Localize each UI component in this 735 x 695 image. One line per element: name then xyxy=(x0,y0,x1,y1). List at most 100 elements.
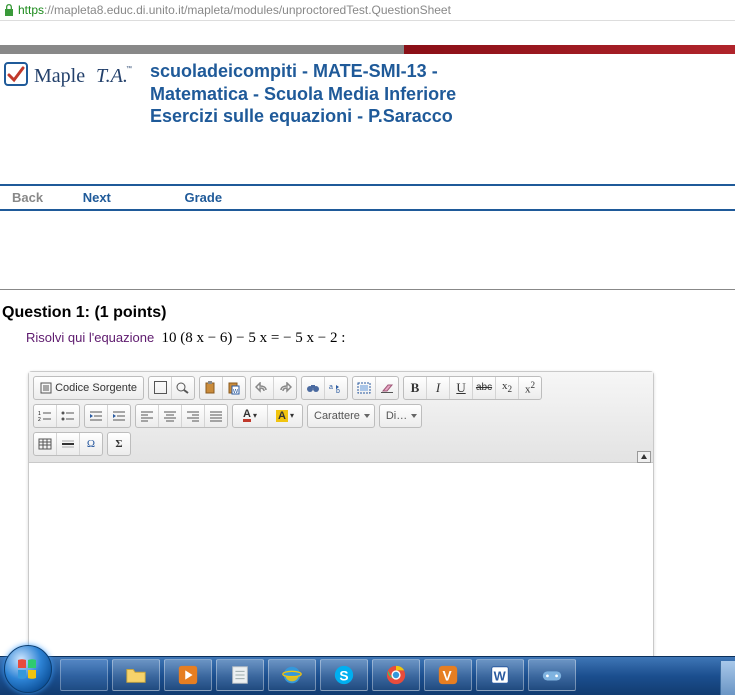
align-justify-icon xyxy=(209,410,223,422)
underline-button[interactable]: U xyxy=(450,377,473,399)
align-justify-button[interactable] xyxy=(205,405,227,427)
taskbar-spacer xyxy=(60,659,108,691)
find-button[interactable] xyxy=(302,377,325,399)
app-v-taskbar-button[interactable]: V xyxy=(424,659,472,691)
svg-text:b: b xyxy=(336,388,340,394)
equation-button[interactable]: Σ xyxy=(108,433,130,455)
chevron-down-icon xyxy=(364,414,370,418)
replace-icon: ab xyxy=(329,382,343,394)
newpage-icon xyxy=(154,381,167,394)
outdent-button[interactable] xyxy=(85,405,108,427)
notes-taskbar-button[interactable] xyxy=(216,659,264,691)
paste-button[interactable] xyxy=(200,377,223,399)
textcolor-icon: A xyxy=(243,409,251,422)
source-icon xyxy=(40,382,52,394)
selectall-button[interactable] xyxy=(353,377,376,399)
explorer-taskbar-button[interactable] xyxy=(112,659,160,691)
italic-button[interactable]: I xyxy=(427,377,450,399)
newpage-button[interactable] xyxy=(149,377,172,399)
page-header: Maple T.A. ™ scuoladeicompiti - MATE-SMI… xyxy=(0,54,735,148)
svg-text:1: 1 xyxy=(38,411,41,417)
subscript-icon: x2 xyxy=(502,380,512,394)
numlist-icon: 12 xyxy=(38,410,52,422)
table-icon xyxy=(38,438,52,450)
subscript-button[interactable]: x2 xyxy=(496,377,519,399)
bold-icon: B xyxy=(411,380,420,396)
undo-button[interactable] xyxy=(251,377,274,399)
grade-link[interactable]: Grade xyxy=(185,190,223,205)
word-taskbar-button[interactable]: W xyxy=(476,659,524,691)
back-link[interactable]: Back xyxy=(12,190,43,205)
windows-taskbar: S V W xyxy=(0,656,735,695)
svg-text:Maple: Maple xyxy=(34,65,85,87)
skype-taskbar-button[interactable]: S xyxy=(320,659,368,691)
svg-text:w: w xyxy=(232,388,239,395)
skype-icon: S xyxy=(333,664,355,686)
chevron-down-icon xyxy=(411,414,417,418)
bgcolor-icon: A xyxy=(276,410,288,422)
game-taskbar-button[interactable] xyxy=(528,659,576,691)
prompt-equation: 10 (8 x − 6) − 5 x = − 5 x − 2 : xyxy=(161,330,345,346)
question-prompt: Risolvi qui l'equazione 10 (8 x − 6) − 5… xyxy=(26,330,735,347)
title-line-1: scuoladeicompiti - MATE-SMI-13 - xyxy=(150,60,456,83)
font-dropdown[interactable]: Di… xyxy=(379,404,422,428)
ie-taskbar-button[interactable] xyxy=(268,659,316,691)
textcolor-button[interactable]: A▾ xyxy=(233,405,268,427)
align-right-button[interactable] xyxy=(182,405,205,427)
align-center-button[interactable] xyxy=(159,405,182,427)
svg-text:T.A.: T.A. xyxy=(96,65,128,87)
indent-button[interactable] xyxy=(108,405,130,427)
specialchar-button[interactable]: Ω xyxy=(80,433,102,455)
bold-button[interactable]: B xyxy=(404,377,427,399)
collapse-toolbar-button[interactable] xyxy=(637,451,651,463)
chrome-taskbar-button[interactable] xyxy=(372,659,420,691)
svg-text:a: a xyxy=(329,384,333,391)
next-link[interactable]: Next xyxy=(83,190,111,205)
notepad-icon xyxy=(229,664,251,686)
eraser-icon xyxy=(380,382,394,394)
bulletlist-button[interactable] xyxy=(57,405,79,427)
word-icon: W xyxy=(489,664,511,686)
folder-icon xyxy=(125,664,147,686)
svg-text:S: S xyxy=(339,669,348,684)
editor-textarea[interactable] xyxy=(29,463,653,663)
magnifier-icon xyxy=(176,382,190,394)
sigma-icon: Σ xyxy=(115,438,122,450)
align-left-button[interactable] xyxy=(136,405,159,427)
source-button[interactable]: Codice Sorgente xyxy=(34,377,143,399)
undo-icon xyxy=(255,382,269,394)
removeformat-button[interactable] xyxy=(376,377,398,399)
binoculars-icon xyxy=(306,382,320,394)
strike-icon: abc xyxy=(476,382,492,393)
superscript-button[interactable]: x2 xyxy=(519,377,541,399)
italic-icon: I xyxy=(436,380,440,396)
brand-stripe xyxy=(0,45,735,54)
align-center-icon xyxy=(163,410,177,422)
rich-text-editor: Codice Sorgente w ab xyxy=(28,371,654,664)
question-heading: Question 1: (1 points) xyxy=(2,304,735,322)
bgcolor-button[interactable]: A▾ xyxy=(268,405,302,427)
divider xyxy=(0,289,735,290)
show-desktop-button[interactable] xyxy=(720,661,735,695)
replace-button[interactable]: ab xyxy=(325,377,347,399)
windows-logo-icon xyxy=(16,657,40,681)
align-left-icon xyxy=(140,410,154,422)
bulletlist-icon xyxy=(61,410,75,422)
strike-button[interactable]: abc xyxy=(473,377,496,399)
numlist-button[interactable]: 12 xyxy=(34,405,57,427)
start-button[interactable] xyxy=(4,645,52,693)
svg-text:W: W xyxy=(494,669,507,684)
mediaplayer-taskbar-button[interactable] xyxy=(164,659,212,691)
underline-icon: U xyxy=(456,380,465,396)
style-dropdown[interactable]: Carattere xyxy=(307,404,375,428)
selectall-icon xyxy=(357,382,371,394)
table-button[interactable] xyxy=(34,433,57,455)
hr-icon xyxy=(61,438,75,450)
preview-button[interactable] xyxy=(172,377,194,399)
lock-icon xyxy=(4,4,14,16)
redo-button[interactable] xyxy=(274,377,296,399)
hr-button[interactable] xyxy=(57,433,80,455)
title-line-2: Matematica - Scuola Media Inferiore xyxy=(150,83,456,106)
paste-word-button[interactable]: w xyxy=(223,377,245,399)
url-path: ://mapleta8.educ.di.unito.it/mapleta/mod… xyxy=(44,3,451,17)
